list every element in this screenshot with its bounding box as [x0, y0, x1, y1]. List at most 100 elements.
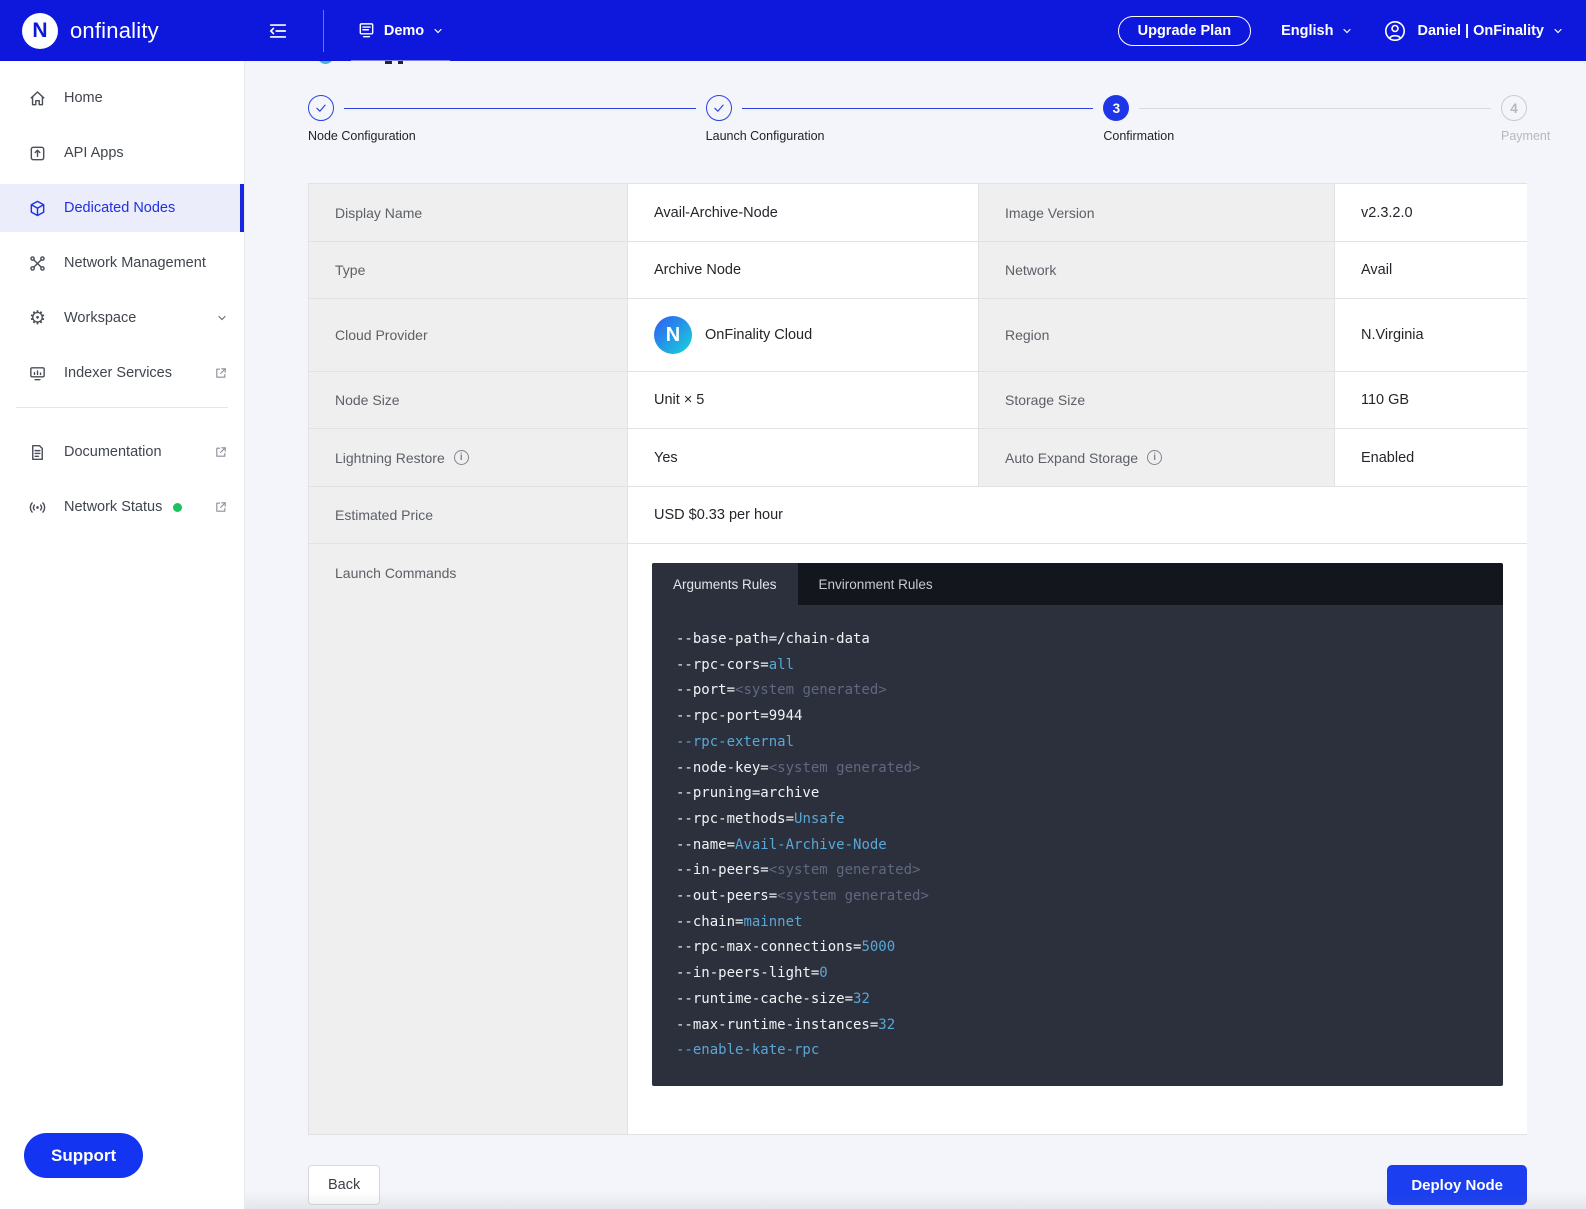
row-value: Enabled: [1335, 429, 1527, 486]
code-token: --rpc-port=9944: [676, 708, 802, 724]
external-link-icon: [214, 445, 228, 459]
broadcast-icon: [28, 498, 47, 517]
row-value: Yes: [628, 429, 978, 486]
upgrade-plan-button[interactable]: Upgrade Plan: [1118, 16, 1251, 46]
chevron-down-icon: [1341, 25, 1353, 37]
active-menu-underline: [351, 60, 450, 61]
row-label: Type: [309, 242, 627, 298]
code-line: --node-key=<system generated>: [676, 756, 1479, 782]
wizard-actions: Back Deploy Node: [308, 1165, 1527, 1205]
code-line: --enable-kate-rpc: [676, 1038, 1479, 1064]
chevron-down-icon: [432, 25, 444, 37]
info-icon[interactable]: i: [1147, 450, 1162, 465]
language-label: English: [1281, 23, 1333, 39]
code-line: --rpc-port=9944: [676, 704, 1479, 730]
code-token: --in-peers-light=: [676, 965, 819, 981]
top-navbar: N onfinality Demo Upgrade Plan English D…: [0, 0, 1586, 61]
gear-icon: ⚙: [28, 309, 47, 328]
row-label: Region: [979, 299, 1334, 371]
sidebar-item-label: Dedicated Nodes: [64, 200, 175, 216]
sidebar-item-dedicated-nodes[interactable]: Dedicated Nodes: [0, 184, 244, 232]
indexer-services-icon: [28, 364, 47, 383]
launch-commands-tabs: Arguments Rules Environment Rules: [652, 563, 1503, 605]
home-icon: [28, 89, 47, 108]
deployment-stepper: Node Configuration Launch Configuration …: [308, 95, 1527, 147]
code-token: 5000: [861, 939, 895, 955]
sidebar-item-api-apps[interactable]: API Apps: [0, 129, 244, 177]
step-payment: 4 Payment: [1501, 95, 1527, 121]
back-button[interactable]: Back: [308, 1165, 380, 1205]
document-icon: [28, 443, 47, 462]
network-icon: [28, 254, 47, 273]
navbar-divider: [323, 10, 324, 52]
tab-arguments-rules[interactable]: Arguments Rules: [652, 563, 798, 605]
brand[interactable]: N onfinality: [22, 13, 159, 49]
row-label: Cloud Provider: [309, 299, 627, 371]
code-line: --base-path=/chain-data: [676, 627, 1479, 653]
sidebar-item-home[interactable]: Home: [0, 74, 244, 122]
code-token: --out-peers=: [676, 888, 777, 904]
sidebar-item-label: API Apps: [64, 145, 124, 161]
onfinality-logo-icon: N: [22, 13, 58, 49]
main-content: Node Configuration Launch Configuration …: [245, 61, 1586, 1209]
code-line: --in-peers=<system generated>: [676, 858, 1479, 884]
code-token: --in-peers=: [676, 862, 769, 878]
code-line: --rpc-max-connections=5000: [676, 935, 1479, 961]
sidebar-collapse-icon[interactable]: [267, 20, 289, 42]
user-menu[interactable]: Daniel | OnFinality: [1383, 0, 1564, 61]
code-token: --rpc-max-connections=: [676, 939, 861, 955]
code-token: Unsafe: [794, 811, 845, 827]
code-token: --max-runtime-instances=: [676, 1017, 878, 1033]
code-line: --rpc-methods=Unsafe: [676, 807, 1479, 833]
code-token: mainnet: [743, 914, 802, 930]
sidebar-item-indexer-services[interactable]: Indexer Services: [0, 349, 244, 397]
code-line: --port=<system generated>: [676, 678, 1479, 704]
row-label: Lightning Restore i: [309, 429, 627, 486]
row-label: Launch Commands: [309, 544, 627, 1134]
step-label: Confirmation: [1103, 129, 1174, 143]
code-token: all: [769, 657, 794, 673]
code-token: --rpc-methods=: [676, 811, 794, 827]
code-token: <system generated>: [769, 760, 921, 776]
sidebar-item-documentation[interactable]: Documentation: [0, 428, 244, 476]
row-label: Storage Size: [979, 372, 1334, 428]
row-label: Image Version: [979, 184, 1334, 241]
external-link-icon: [214, 366, 228, 380]
sidebar-item-network-management[interactable]: Network Management: [0, 239, 244, 287]
sidebar-item-network-status[interactable]: Network Status: [0, 483, 244, 531]
tab-environment-rules[interactable]: Environment Rules: [798, 563, 954, 605]
support-button[interactable]: Support: [24, 1133, 143, 1178]
info-icon[interactable]: i: [454, 450, 469, 465]
row-value: USD $0.33 per hour: [628, 487, 1527, 543]
step-check-icon: [308, 95, 334, 121]
deploy-node-button[interactable]: Deploy Node: [1387, 1165, 1527, 1205]
chevron-down-icon: [1552, 25, 1564, 37]
row-value: Archive Node: [628, 242, 978, 298]
code-line: --name=Avail-Archive-Node: [676, 833, 1479, 859]
language-menu[interactable]: English: [1281, 0, 1353, 61]
workspace-name: Demo: [384, 23, 424, 39]
row-value: N OnFinality Cloud: [628, 299, 978, 371]
code-token: --rpc-external: [676, 734, 794, 750]
code-token: 32: [853, 991, 870, 1007]
step-confirmation: 3 Confirmation: [1103, 95, 1129, 121]
workspace-switcher[interactable]: Demo: [357, 0, 444, 61]
launch-commands-panel: Arguments Rules Environment Rules --base…: [652, 563, 1503, 1086]
chevron-down-icon: [216, 312, 228, 324]
code-token: --rpc-cors=: [676, 657, 769, 673]
code-line: --runtime-cache-size=32: [676, 987, 1479, 1013]
sidebar-item-workspace[interactable]: ⚙ Workspace: [0, 294, 244, 342]
step-label: Launch Configuration: [706, 129, 825, 143]
code-token: --port=: [676, 682, 735, 698]
code-token: --enable-kate-rpc: [676, 1042, 819, 1058]
code-token: --name=: [676, 837, 735, 853]
code-line: --rpc-cors=all: [676, 653, 1479, 679]
external-link-icon: [214, 500, 228, 514]
onfinality-cloud-logo-icon: N: [654, 316, 692, 354]
code-token: --base-path=/chain-data: [676, 631, 870, 647]
step-launch-configuration: Launch Configuration: [706, 95, 732, 121]
sidebar-item-label: Network Management: [64, 255, 206, 271]
brand-name: onfinality: [70, 18, 159, 44]
code-token: Avail-Archive-Node: [735, 837, 887, 853]
launch-commands-cell: Arguments Rules Environment Rules --base…: [628, 544, 1527, 1134]
